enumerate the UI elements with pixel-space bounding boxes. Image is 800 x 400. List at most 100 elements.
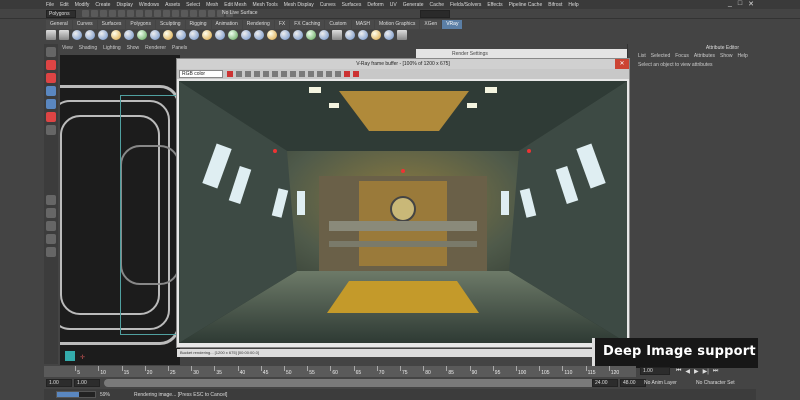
undo-icon[interactable] (109, 10, 116, 17)
attribute-editor-menu-item[interactable]: Attributes (694, 52, 715, 61)
play-icon[interactable]: ▶ (694, 368, 699, 375)
shelf-tab[interactable]: XGen (420, 20, 442, 29)
vray-mesh-light-icon[interactable] (319, 30, 329, 40)
menu-item[interactable]: Pipeline Cache (509, 2, 543, 8)
vray-render-icon[interactable] (46, 30, 56, 40)
panel-menu-item[interactable]: Show (127, 45, 140, 52)
vray-physical-camera-icon[interactable] (267, 30, 277, 40)
menu-item[interactable]: Windows (139, 2, 159, 8)
start-time-field[interactable]: 1.00 (46, 379, 72, 387)
panel-menu-item[interactable]: Shading (79, 45, 97, 52)
vfb-render-icon[interactable] (353, 71, 359, 77)
attribute-editor-menu-item[interactable]: Help (738, 52, 748, 61)
layout-four-icon[interactable] (46, 208, 56, 218)
anim-layer-label[interactable]: No Anim Layer (644, 380, 677, 386)
menu-item[interactable]: Select (186, 2, 200, 8)
vray-sun-icon[interactable] (124, 30, 134, 40)
shelf-tab[interactable]: VRay (442, 20, 463, 29)
status-input-field[interactable] (420, 10, 450, 18)
lasso-tool-icon[interactable] (46, 60, 56, 70)
vfb-red-channel-icon[interactable] (227, 71, 233, 77)
attribute-editor-menu-item[interactable]: List (638, 52, 646, 61)
vray-object-props-icon[interactable] (241, 30, 251, 40)
attribute-editor-menu-item[interactable]: Show (720, 52, 733, 61)
minimize-icon[interactable]: _ (728, 0, 732, 8)
vray-material-icon[interactable] (163, 30, 173, 40)
shelf-tab[interactable]: Rendering (242, 20, 274, 29)
shelf-tab[interactable]: Surfaces (97, 20, 126, 29)
vray-mtl-wrapper-icon[interactable] (345, 30, 355, 40)
go-to-end-icon[interactable]: ⏭ (713, 368, 718, 375)
layout-outliner-icon[interactable] (46, 234, 56, 244)
vfb-load-icon[interactable] (281, 71, 287, 77)
vfb-close-button[interactable]: ✕ (615, 59, 629, 69)
vfb-stop-icon[interactable] (344, 71, 350, 77)
shelf-tab[interactable]: General (46, 20, 72, 29)
end-time-field[interactable]: 48.00 (620, 379, 646, 387)
vray-sphere-fade-icon[interactable] (293, 30, 303, 40)
menu-set-dropdown[interactable]: Polygons (46, 10, 76, 18)
time-slider[interactable]: 5 10 15 20 25 30 35 40 45 50 55 60 65 70 75 80 85 90 95 100… (44, 366, 636, 377)
shelf-tab[interactable]: Motion Graphics (375, 20, 420, 29)
attribute-editor-menu-item[interactable]: Focus (675, 52, 689, 61)
shelf-tab[interactable]: Custom (325, 20, 351, 29)
shelf-tab[interactable]: Polygons (126, 20, 155, 29)
panel-menu-item[interactable]: Panels (172, 45, 187, 52)
vray-light-rect-icon[interactable] (72, 30, 82, 40)
current-frame-field[interactable]: 1.00 (640, 367, 670, 375)
layout-side-icon[interactable] (46, 221, 56, 231)
shelf-tab[interactable]: Animation (211, 20, 242, 29)
vray-fast-sss-icon[interactable] (215, 30, 225, 40)
vray-plane-icon[interactable] (306, 30, 316, 40)
vfb-alpha-icon[interactable] (254, 71, 260, 77)
character-set-label[interactable]: No Character Set (696, 380, 735, 386)
vray-vfb-icon[interactable] (59, 30, 69, 40)
vray-help-icon[interactable] (397, 30, 407, 40)
paint-select-tool-icon[interactable] (46, 73, 56, 83)
vray-blend-mtl-icon[interactable] (176, 30, 186, 40)
select-component-icon[interactable] (145, 10, 152, 17)
3d-viewport[interactable]: ✛ (60, 55, 180, 365)
vfb-save-icon[interactable] (272, 71, 278, 77)
vray-light-ies-icon[interactable] (111, 30, 121, 40)
close-icon[interactable]: ✕ (748, 0, 754, 8)
live-surface-label[interactable]: No Live Surface (222, 10, 258, 16)
vfb-clear-icon[interactable] (290, 71, 296, 77)
attribute-editor-menu-item[interactable]: Selected (651, 52, 670, 61)
step-back-icon[interactable]: ◀ (685, 368, 690, 375)
vray-fur-icon[interactable] (150, 30, 160, 40)
maximize-icon[interactable]: □ (738, 0, 742, 8)
playback-start-field[interactable]: 1.00 (74, 379, 100, 387)
vfb-channel-select[interactable]: RGB color (179, 70, 223, 78)
snap-point-icon[interactable] (172, 10, 179, 17)
shelf-tab[interactable]: FX Caching (290, 20, 325, 29)
shelf-tab[interactable]: Sculpting (155, 20, 185, 29)
shelf-tab[interactable]: Curves (72, 20, 97, 29)
snap-plane-icon[interactable] (181, 10, 188, 17)
vfb-history-icon[interactable] (308, 71, 314, 77)
select-tool-icon[interactable] (46, 47, 56, 57)
vfb-mono-icon[interactable] (263, 71, 269, 77)
select-object-icon[interactable] (136, 10, 143, 17)
redo-icon[interactable] (118, 10, 125, 17)
vray-light-dome-icon[interactable] (98, 30, 108, 40)
shelf-tab[interactable]: FX (274, 20, 290, 29)
go-to-start-icon[interactable]: ⏮ (676, 368, 681, 375)
vray-displacement-icon[interactable] (228, 30, 238, 40)
playback-end-field[interactable]: 24.00 (592, 379, 618, 387)
save-scene-icon[interactable] (100, 10, 107, 17)
vray-light-linker-icon[interactable] (371, 30, 381, 40)
panel-menu-item[interactable]: Lighting (103, 45, 121, 52)
vfb-blue-channel-icon[interactable] (245, 71, 251, 77)
menu-item[interactable]: Help (568, 2, 578, 8)
vray-light-sphere-icon[interactable] (85, 30, 95, 40)
vray-toon-icon[interactable] (358, 30, 368, 40)
history-icon[interactable] (199, 10, 206, 17)
vray-render-elements-icon[interactable] (254, 30, 264, 40)
vray-proxy-icon[interactable] (137, 30, 147, 40)
vray-environment-fog-icon[interactable] (280, 30, 290, 40)
select-hierarchy-icon[interactable] (127, 10, 134, 17)
panel-menu-item[interactable]: View (62, 45, 73, 52)
menu-item[interactable]: Display (116, 2, 132, 8)
render-icon[interactable] (208, 10, 215, 17)
